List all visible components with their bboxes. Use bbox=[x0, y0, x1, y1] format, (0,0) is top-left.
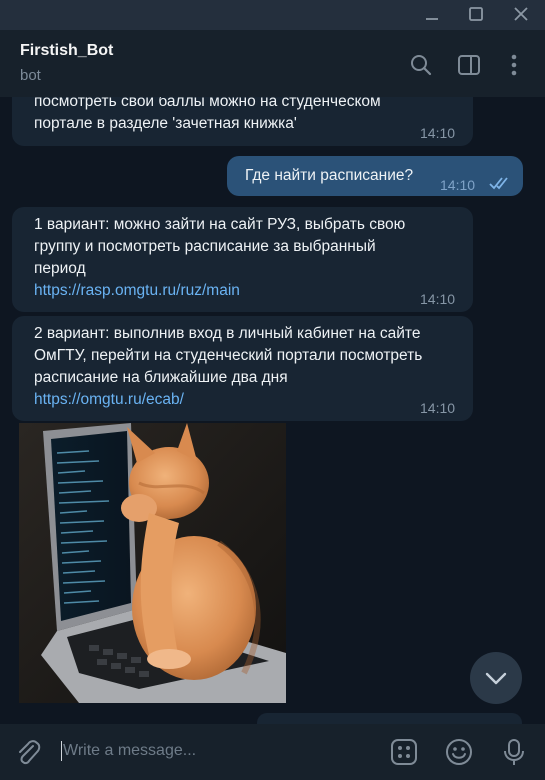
message-link[interactable]: https://rasp.omgtu.ru/ruz/main bbox=[34, 280, 405, 302]
minimize-icon[interactable] bbox=[421, 5, 443, 25]
message-text-line: портале в разделе 'зачетная книжка' bbox=[34, 115, 297, 132]
message-text-line: период bbox=[34, 260, 86, 277]
message-text-line: 2 вариант: выполнив вход в личный кабине… bbox=[34, 325, 421, 342]
chat-header[interactable]: Firstish_Bot bot bbox=[0, 30, 545, 98]
window-titlebar bbox=[0, 0, 545, 30]
message-text-line: группу и посмотреть расписание за выбран… bbox=[34, 238, 376, 255]
attach-icon[interactable] bbox=[13, 737, 43, 767]
maximize-icon[interactable] bbox=[465, 5, 487, 25]
more-vertical-icon[interactable] bbox=[501, 52, 527, 78]
message-time: 14:10 bbox=[420, 291, 456, 307]
microphone-icon[interactable] bbox=[499, 737, 529, 767]
chevron-down-icon bbox=[485, 672, 507, 685]
message-text: Где найти расписание? bbox=[245, 167, 414, 184]
message-list[interactable]: посмотреть свои баллы можно на студенчес… bbox=[0, 97, 545, 724]
chat-subtitle: bot bbox=[20, 67, 41, 84]
message-text-line: 1 вариант: можно зайти на сайт РУЗ, выбр… bbox=[34, 216, 406, 233]
message-text-line: посмотреть свои баллы можно на студенчес… bbox=[34, 97, 381, 110]
message-composer: Write a message... bbox=[0, 724, 545, 780]
double-check-icon bbox=[489, 175, 513, 190]
message-text-line: расписание на ближайшие два дня bbox=[34, 369, 288, 386]
text-caret bbox=[61, 741, 62, 761]
message-time: 14:10 bbox=[420, 125, 456, 141]
bot-commands-icon[interactable] bbox=[389, 737, 419, 767]
message-time: 14:10 bbox=[420, 400, 456, 416]
search-icon[interactable] bbox=[408, 52, 434, 78]
scroll-down-button[interactable] bbox=[470, 652, 522, 704]
message-outgoing[interactable]: Где найти расписание? 14:10 bbox=[227, 156, 523, 196]
emoji-icon[interactable] bbox=[444, 737, 474, 767]
message-input[interactable]: Write a message... bbox=[63, 742, 196, 760]
message-incoming[interactable]: посмотреть свои баллы можно на студенчес… bbox=[12, 97, 473, 146]
message-incoming-partial[interactable] bbox=[257, 713, 522, 724]
close-icon[interactable] bbox=[510, 5, 532, 25]
message-text-line: ОмГТУ, перейти на студенческий портали п… bbox=[34, 347, 423, 364]
message-incoming[interactable]: 2 вариант: выполнив вход в личный кабине… bbox=[12, 316, 473, 421]
cat-on-laptop-gif[interactable] bbox=[19, 423, 286, 703]
message-time: 14:10 bbox=[440, 177, 476, 193]
message-incoming[interactable]: 1 вариант: можно зайти на сайт РУЗ, выбр… bbox=[12, 207, 473, 312]
sidebar-toggle-icon[interactable] bbox=[456, 52, 482, 78]
chat-title[interactable]: Firstish_Bot bbox=[20, 42, 113, 60]
message-link[interactable]: https://omgtu.ru/ecab/ bbox=[34, 389, 422, 411]
